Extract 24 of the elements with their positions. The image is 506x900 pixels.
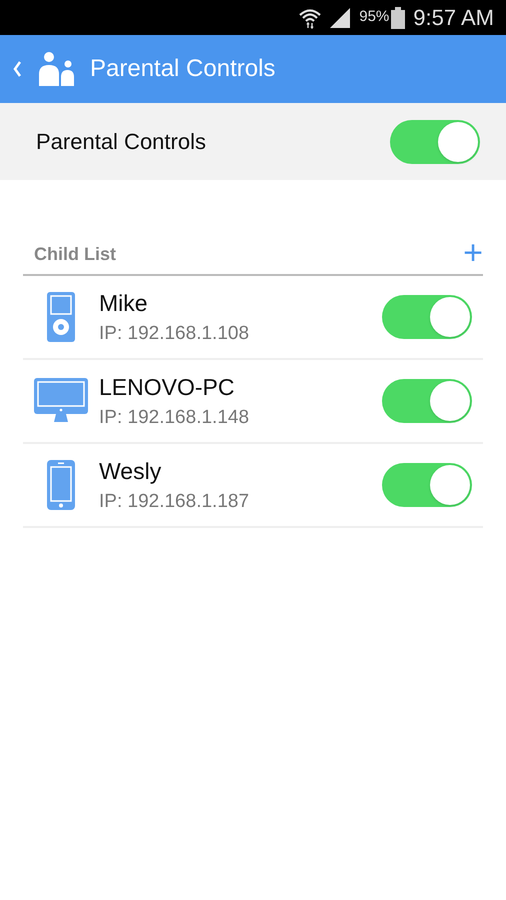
ip-address: IP: 192.168.1.148 — [99, 406, 250, 430]
device-name: LENOVO-PC — [99, 372, 236, 402]
battery-percent: 95% — [359, 7, 390, 28]
back-icon[interactable] — [12, 60, 22, 78]
battery-icon — [391, 6, 406, 28]
phone-icon — [47, 460, 75, 510]
monitor-icon — [34, 378, 88, 424]
device-name: Wesly — [99, 456, 162, 486]
toggle-label: Parental Controls — [36, 128, 206, 156]
toggle-switch[interactable] — [382, 463, 472, 507]
section-title: Child List — [34, 243, 116, 266]
ip-address: IP: 192.168.1.187 — [99, 490, 250, 514]
toggle-switch[interactable] — [382, 295, 472, 339]
signal-icon — [329, 6, 352, 28]
screen-title: Parental Controls — [90, 54, 276, 84]
toggle-switch[interactable] — [390, 120, 480, 164]
device-name: Mike — [99, 288, 149, 318]
add-button[interactable]: + — [463, 236, 483, 274]
ip-address: IP: 192.168.1.108 — [99, 322, 250, 346]
music-player-icon — [47, 292, 75, 342]
clock: 9:57 AM — [413, 4, 494, 32]
toggle-switch[interactable] — [382, 379, 472, 423]
family-icon — [38, 52, 74, 86]
wifi-icon — [299, 6, 322, 28]
